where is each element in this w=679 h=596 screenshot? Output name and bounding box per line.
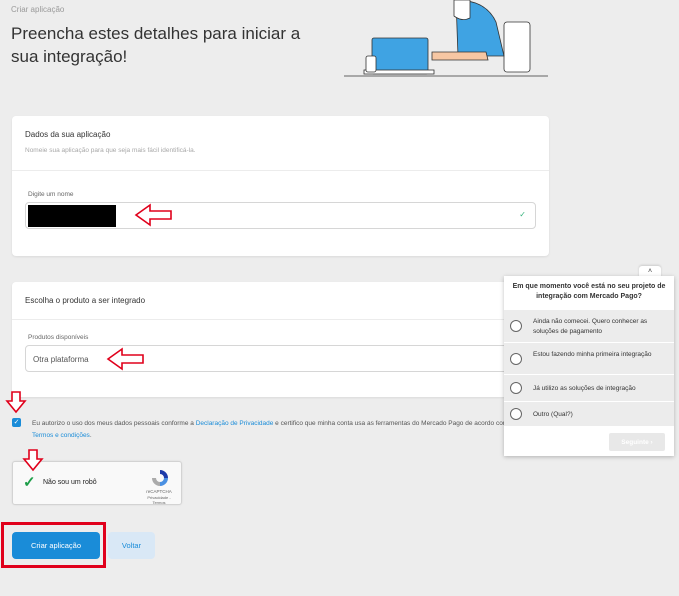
consent-text-after: .	[89, 432, 92, 439]
products-label: Produtos disponíveis	[28, 334, 89, 341]
annotation-arrow-down-icon	[5, 391, 27, 414]
radio-icon[interactable]	[510, 320, 522, 332]
annotation-arrow-left-icon	[106, 347, 144, 371]
card-divider	[12, 319, 549, 320]
app-name-label: Digite um nome	[28, 191, 74, 198]
recaptcha-label: Não sou um robô	[43, 479, 97, 486]
terms-link[interactable]: Termos e condições	[32, 432, 90, 439]
card-divider	[12, 170, 549, 171]
consent-text-middle: e certifico que minha conta usa as ferra…	[273, 420, 517, 427]
recaptcha-logo-icon	[152, 470, 168, 486]
consent-checkbox[interactable]: ✓	[12, 418, 21, 427]
consent-text: Eu autorizo o uso dos meus dados pessoai…	[32, 418, 532, 442]
survey-option[interactable]: Outro (Qual?)	[504, 401, 674, 426]
products-select[interactable]: Otra plataforma	[25, 345, 525, 372]
products-select-value: Otra plataforma	[33, 355, 89, 364]
redacted-value	[28, 205, 116, 227]
hero-illustration	[344, 0, 548, 77]
survey-option[interactable]: Estou fazendo minha primeira integração	[504, 342, 674, 374]
consent-text-before: Eu autorizo o uso dos meus dados pessoai…	[32, 420, 196, 427]
survey-option[interactable]: Ainda não comecei. Quero conhecer as sol…	[504, 309, 674, 342]
check-icon: ✓	[519, 210, 526, 219]
survey-question: Em que momento você está no seu projeto …	[512, 283, 666, 300]
survey-next-button[interactable]: Seguinte ›	[609, 433, 665, 451]
breadcrumb: Criar aplicação	[11, 5, 65, 14]
survey-option[interactable]: Já utilizo as soluções de integração	[504, 374, 674, 401]
survey-widget: Em que momento você está no seu projeto …	[504, 276, 674, 456]
privacy-link[interactable]: Declaração de Privacidade	[196, 420, 274, 427]
page-title: Preencha estes detalhes para iniciar a s…	[11, 24, 301, 66]
back-button[interactable]: Voltar	[108, 532, 155, 559]
recaptcha-terms[interactable]: Privacidade - Termos	[141, 495, 177, 505]
app-details-title: Dados da sua aplicação	[25, 130, 111, 139]
create-app-button[interactable]: Criar aplicação	[12, 532, 100, 559]
radio-icon[interactable]	[510, 353, 522, 365]
annotation-arrow-down-icon	[22, 449, 44, 472]
product-card-title: Escolha o produto a ser integrado	[25, 296, 146, 305]
app-details-card: Dados da sua aplicação Nomeie sua aplica…	[12, 116, 549, 256]
app-details-subtitle: Nomeie sua aplicação para que seja mais …	[25, 147, 196, 154]
radio-icon[interactable]	[510, 382, 522, 394]
radio-icon[interactable]	[510, 408, 522, 420]
app-name-input[interactable]: ✓	[25, 202, 536, 229]
product-card: Escolha o produto a ser integrado Produt…	[12, 282, 549, 397]
annotation-arrow-left-icon	[134, 203, 172, 227]
recaptcha-brand: reCAPTCHA	[146, 489, 172, 494]
checkmark-icon[interactable]: ✓	[23, 473, 36, 491]
